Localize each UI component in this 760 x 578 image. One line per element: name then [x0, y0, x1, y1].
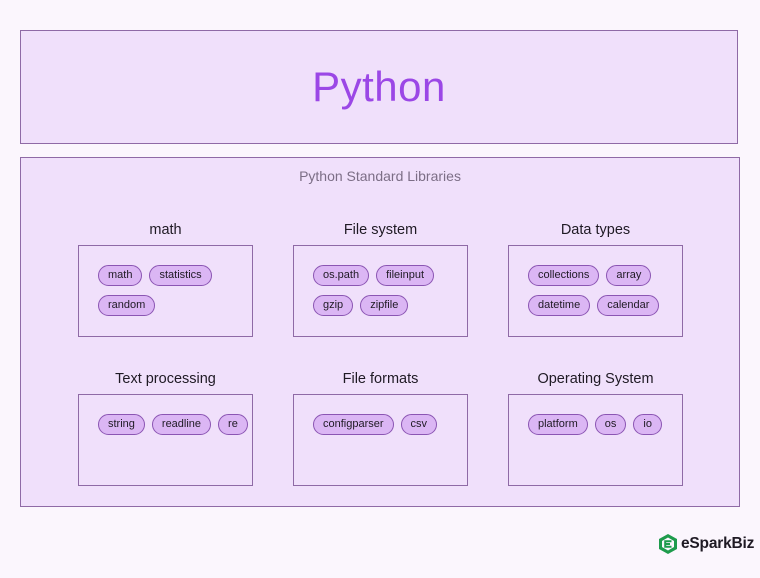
library-chip: math — [98, 265, 143, 286]
library-chip: io — [633, 414, 662, 435]
logo-text: eSparkBiz — [681, 535, 755, 552]
category-items-box: collections array datetime calendar — [508, 245, 683, 337]
category-title: Text processing — [115, 371, 216, 387]
esparkbiz-logo: eSparkBiz — [658, 533, 754, 555]
category-items-box: platform os io — [508, 394, 683, 486]
category-title: File formats — [342, 371, 419, 387]
category-items-box: math statistics random — [78, 245, 253, 337]
library-chip: datetime — [528, 295, 591, 316]
page-title: Python — [312, 63, 446, 110]
standard-libraries-box: Python Standard Libraries math math stat… — [20, 157, 740, 507]
section-title: Python Standard Libraries — [299, 168, 461, 184]
category-title: Data types — [560, 222, 631, 238]
esparkbiz-logo-icon — [658, 533, 678, 555]
library-chip: string — [98, 414, 145, 435]
category-items-box: os.path fileinput gzip zipfile — [293, 245, 468, 337]
library-chip: os.path — [313, 265, 370, 286]
category-title: File system — [343, 222, 418, 238]
library-chip: gzip — [313, 295, 354, 316]
category-file-system: File system os.path fileinput gzip zipfi… — [293, 220, 468, 337]
category-title: Operating System — [537, 371, 654, 387]
library-chip: configparser — [313, 414, 394, 435]
category-title: math — [149, 222, 182, 238]
category-operating-system: Operating System platform os io — [508, 369, 683, 486]
library-chip: fileinput — [376, 265, 435, 286]
python-header-box: Python — [20, 30, 738, 144]
library-chip: collections — [528, 265, 600, 286]
library-chip: re — [218, 414, 248, 435]
library-chip: statistics — [149, 265, 212, 286]
library-chip: readline — [151, 414, 212, 435]
category-items-box: string readline re — [78, 394, 253, 486]
library-chip: platform — [528, 414, 588, 435]
category-data-types: Data types collections array datetime ca… — [508, 220, 683, 337]
library-chip: zipfile — [360, 295, 409, 316]
library-chip: array — [606, 265, 652, 286]
library-chip: random — [98, 295, 156, 316]
category-math: math math statistics random — [78, 220, 253, 337]
category-file-formats: File formats configparser csv — [293, 369, 468, 486]
category-text-processing: Text processing string readline re — [78, 369, 253, 486]
library-chip: calendar — [597, 295, 660, 316]
library-chip: csv — [400, 414, 438, 435]
category-items-box: configparser csv — [293, 394, 468, 486]
library-chip: os — [594, 414, 627, 435]
